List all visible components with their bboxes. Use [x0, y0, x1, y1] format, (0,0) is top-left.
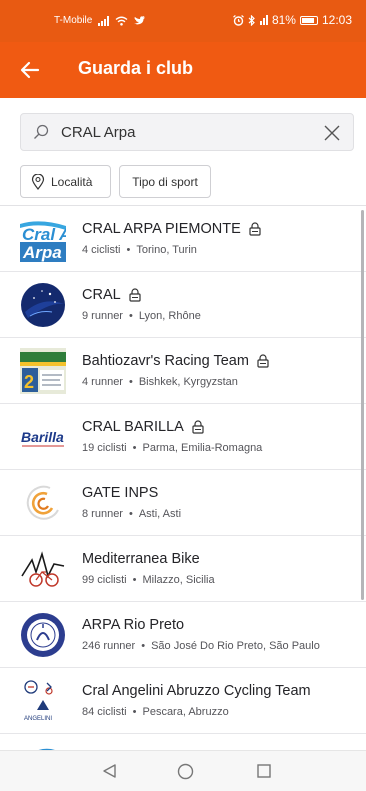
club-name-row: CRAL BARILLA [82, 419, 205, 435]
club-members: 9 runner [82, 310, 123, 322]
wifi-icon [115, 16, 128, 26]
location-pin-icon [31, 173, 45, 190]
location-filter-button[interactable]: Località [20, 165, 111, 198]
battery-icon [299, 15, 318, 25]
logo-text: Barilla [21, 429, 64, 445]
signal-icon [98, 15, 110, 26]
club-name-row: Cral Angelini Abruzzo Cycling Team [82, 683, 311, 699]
search-bar[interactable] [20, 113, 354, 151]
club-meta: 4 ciclisti • Torino, Turin [82, 244, 197, 256]
club-name-row: CRAL ARPA PIEMONTE [82, 221, 262, 237]
twitter-icon [134, 16, 146, 25]
club-name-row: Mediterranea Bike [82, 551, 200, 567]
club-members: 4 ciclisti [82, 244, 121, 256]
club-name: CRAL [82, 287, 121, 303]
svg-text:2: 2 [24, 372, 34, 392]
club-name-row: CRAL [82, 287, 142, 303]
club-logo-gate-inps [20, 480, 66, 526]
club-name: ARPA Rio Preto [82, 617, 185, 633]
club-row-partial[interactable] [0, 734, 366, 750]
club-meta: 19 ciclisti • Parma, Emilia-Romagna [82, 442, 263, 454]
club-logo-barilla: Barilla [20, 414, 66, 460]
club-meta: 84 ciclisti • Pescara, Abruzzo [82, 706, 229, 718]
club-row[interactable]: Cral Arpa Arpa CRAL ARPA PIEMONTE 4 cicl… [0, 206, 366, 272]
club-name: CRAL BARILLA [82, 419, 184, 435]
battery-percent: 81% [271, 13, 296, 27]
status-bar: T-Mobile 81% 12:03 [0, 0, 366, 42]
carrier-name: T-Mobile [54, 15, 93, 26]
recents-square-icon[interactable] [256, 763, 272, 779]
club-meta: 9 runner • Lyon, Rhône [82, 310, 201, 322]
club-logo-mediterranea-bike [20, 546, 66, 592]
club-meta: 4 runner • Bishkek, Kyrgyzstan [82, 376, 238, 388]
club-name-row: Bahtiozavr's Racing Team [82, 353, 270, 369]
club-logo-cral-angelini: ANGELINI [20, 678, 66, 724]
app-bar: Guarda i club [0, 42, 366, 98]
club-location: Bishkek, Kyrgyzstan [138, 376, 238, 388]
svg-text:Arpa: Arpa [22, 243, 62, 262]
status-right: 81% 12:03 [233, 13, 352, 27]
club-name: CRAL ARPA PIEMONTE [82, 221, 241, 237]
club-name: Cral Angelini Abruzzo Cycling Team [82, 683, 311, 699]
club-meta: 246 runner • São José Do Rio Preto, São Pa… [82, 640, 320, 652]
cell-signal-icon [259, 15, 268, 25]
page-title: Guarda i club [78, 58, 194, 78]
sport-type-filter-label: Tipo di sport [132, 174, 198, 189]
club-location: Pescara, Abruzzo [142, 706, 229, 718]
club-name-row: GATE INPS [82, 485, 158, 501]
club-row[interactable]: 2 Bahtiozavr's Racing Team 4 runner • Bish… [0, 338, 366, 404]
club-name: Mediterranea Bike [82, 551, 200, 567]
club-row[interactable]: GATE INPS 8 runner • Asti, Asti [0, 470, 366, 536]
alarm-icon [233, 14, 244, 26]
club-meta: 99 ciclisti • Milazzo, Sicilia [82, 574, 215, 586]
club-members: 246 runner [82, 640, 136, 652]
club-row[interactable]: ARPA Rio Preto 246 runner • São José Do Ri… [0, 602, 366, 668]
club-logo-arpa-rio-preto [20, 612, 66, 658]
back-arrow-icon[interactable] [16, 56, 44, 84]
lock-icon [257, 354, 269, 368]
search-input[interactable] [61, 120, 311, 144]
club-members: 84 ciclisti [82, 706, 127, 718]
location-filter-label: Località [51, 174, 93, 189]
club-logo-bahtiozavr: 2 [20, 348, 66, 394]
clear-search-icon[interactable] [323, 124, 341, 142]
logo-text: ANGELINI [24, 716, 52, 722]
club-row[interactable]: Barilla CRAL BARILLA 19 ciclisti • Parma, … [0, 404, 366, 470]
club-location: Parma, Emilia-Romagna [142, 442, 263, 454]
club-logo-cral [20, 282, 66, 328]
club-name-row: ARPA Rio Preto [82, 617, 184, 633]
club-members: 99 ciclisti [82, 574, 127, 586]
sport-type-filter-button[interactable]: Tipo di sport [119, 165, 211, 198]
carrier-group: T-Mobile [54, 15, 146, 26]
lock-icon [192, 420, 204, 434]
back-triangle-icon[interactable] [101, 763, 117, 779]
club-location: Torino, Turin [136, 244, 197, 256]
club-list: Cral Arpa Arpa CRAL ARPA PIEMONTE 4 cicl… [0, 205, 366, 750]
club-row[interactable]: Mediterranea Bike 99 ciclisti • Milazzo, S… [0, 536, 366, 602]
club-location: Asti, Asti [138, 508, 182, 520]
bluetooth-icon [248, 14, 255, 26]
system-nav-bar [0, 750, 366, 791]
club-logo-cral-arpa-piemonte: Cral Arpa Arpa [20, 216, 66, 262]
club-members: 19 ciclisti [82, 442, 127, 454]
club-row[interactable]: CRAL 9 runner • Lyon, Rhône [0, 272, 366, 338]
club-location: São José Do Rio Preto, São Paulo [151, 640, 320, 652]
list-scrollbar[interactable] [361, 210, 364, 600]
club-name: Bahtiozavr's Racing Team [82, 353, 249, 369]
club-location: Milazzo, Sicilia [142, 574, 215, 586]
home-circle-icon[interactable] [177, 763, 194, 780]
club-name: GATE INPS [82, 485, 159, 501]
club-meta: 8 runner • Asti, Asti [82, 508, 182, 520]
lock-icon [249, 222, 261, 236]
club-members: 4 runner [82, 376, 123, 388]
clock: 12:03 [321, 13, 352, 27]
lock-icon [129, 288, 141, 302]
club-location: Lyon, Rhône [138, 310, 201, 322]
club-members: 8 runner [82, 508, 123, 520]
club-row[interactable]: ANGELINI Cral Angelini Abruzzo Cycling T… [0, 668, 366, 734]
search-icon [34, 124, 49, 139]
logo-text: Cral Arpa [22, 225, 66, 244]
